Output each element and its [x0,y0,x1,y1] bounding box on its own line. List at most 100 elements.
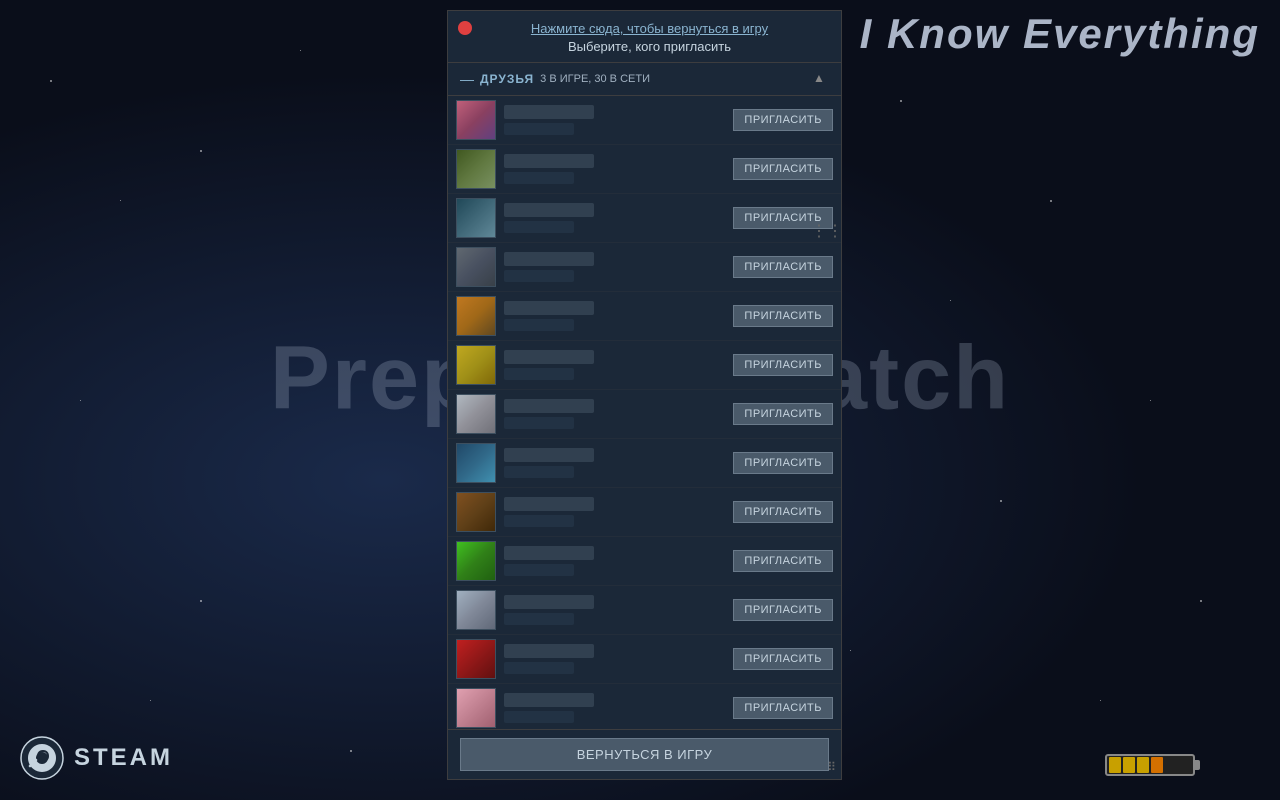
friend-info [504,154,733,184]
list-item: ПРИГЛАСИТЬ [448,684,841,729]
friends-header: — ДРУЗЬЯ 3 В ИГРЕ, 30 В СЕТИ ▲ [448,63,841,96]
click-to-return-link[interactable]: Нажмите сюда, чтобы вернуться в игру [478,21,821,36]
invite-button[interactable]: ПРИГЛАСИТЬ [733,158,833,180]
steam-icon [20,736,64,780]
friend-name [504,448,594,462]
friend-name [504,546,594,560]
friend-name [504,350,594,364]
friend-info [504,497,733,527]
friend-name [504,203,594,217]
friend-game [504,613,574,625]
scroll-up-button[interactable]: ▲ [813,71,829,87]
list-item: ПРИГЛАСИТЬ [448,96,841,145]
avatar [456,639,496,679]
battery-tip [1195,760,1200,770]
friend-info [504,105,733,135]
friend-info [504,595,733,625]
friend-game [504,319,574,331]
resize-handle-right[interactable]: ⋮⋮ [811,221,843,241]
avatar [456,100,496,140]
invite-button[interactable]: ПРИГЛАСИТЬ [733,403,833,425]
list-item: ПРИГЛАСИТЬ [448,194,841,243]
friend-game [504,466,574,478]
friends-list[interactable]: ПРИГЛАСИТЬ ПРИГЛАСИТЬ ПРИГЛАСИТЬ [448,96,841,729]
steam-label: STEAM [74,744,173,772]
battery-seg-4 [1151,757,1163,773]
friend-info [504,203,733,233]
friend-name [504,154,594,168]
battery-seg-1 [1109,757,1121,773]
friend-name [504,595,594,609]
battery-indicator [1105,754,1200,776]
friend-info [504,644,733,674]
list-item: ПРИГЛАСИТЬ [448,439,841,488]
friend-info [504,448,733,478]
steam-logo: STEAM [20,736,173,780]
friend-game [504,368,574,380]
collapse-icon[interactable]: — [460,71,474,87]
close-button[interactable] [458,21,472,35]
list-item: ПРИГЛАСИТЬ [448,390,841,439]
return-to-game-button[interactable]: ВЕРНУТЬСЯ В ИГРУ [460,738,829,771]
avatar [456,492,496,532]
friends-title: ДРУЗЬЯ [480,72,534,86]
friend-game [504,123,574,135]
battery-seg-2 [1123,757,1135,773]
friend-name [504,301,594,315]
invite-button[interactable]: ПРИГЛАСИТЬ [733,452,833,474]
avatar [456,541,496,581]
list-item: ПРИГЛАСИТЬ [448,243,841,292]
friend-info [504,350,733,380]
invite-button[interactable]: ПРИГЛАСИТЬ [733,256,833,278]
list-item: ПРИГЛАСИТЬ [448,488,841,537]
list-item: ПРИГЛАСИТЬ [448,292,841,341]
friends-section: — ДРУЗЬЯ 3 В ИГРЕ, 30 В СЕТИ ▲ ПРИГЛАСИТ… [448,63,841,729]
friend-name [504,693,594,707]
battery-body [1105,754,1195,776]
overlay-header: Нажмите сюда, чтобы вернуться в игру Выб… [448,11,841,63]
friend-info [504,301,733,331]
friend-name [504,105,594,119]
list-item: ПРИГЛАСИТЬ [448,537,841,586]
list-item: ПРИГЛАСИТЬ [448,586,841,635]
battery-seg-3 [1137,757,1149,773]
friend-info [504,399,733,429]
friend-name [504,497,594,511]
avatar [456,345,496,385]
avatar [456,443,496,483]
friend-game [504,270,574,282]
invite-button[interactable]: ПРИГЛАСИТЬ [733,109,833,131]
friend-game [504,221,574,233]
invite-button[interactable]: ПРИГЛАСИТЬ [733,305,833,327]
invite-button[interactable]: ПРИГЛАСИТЬ [733,648,833,670]
invite-button[interactable]: ПРИГЛАСИТЬ [733,354,833,376]
resize-handle-bottom[interactable]: ⠿ [827,760,836,774]
avatar [456,198,496,238]
friends-title-area: — ДРУЗЬЯ 3 В ИГРЕ, 30 В СЕТИ [460,71,650,87]
friends-count: 3 В ИГРЕ, 30 В СЕТИ [540,73,650,85]
list-item: ПРИГЛАСИТЬ [448,635,841,684]
game-title: I Know Everything [840,0,1280,68]
friend-name [504,644,594,658]
invite-button[interactable]: ПРИГЛАСИТЬ [733,697,833,719]
friend-game [504,711,574,723]
battery-seg-5 [1165,757,1177,773]
battery-seg-6 [1179,757,1191,773]
invite-button[interactable]: ПРИГЛАСИТЬ [733,599,833,621]
friend-info [504,693,733,723]
friend-game [504,564,574,576]
steam-overlay-panel: ⋮⋮ ⠿ Нажмите сюда, чтобы вернуться в игр… [447,10,842,780]
list-item: ПРИГЛАСИТЬ [448,341,841,390]
friend-game [504,172,574,184]
select-invite-label: Выберите, кого пригласить [478,39,821,54]
friend-info [504,252,733,282]
avatar [456,590,496,630]
avatar [456,688,496,728]
friend-name [504,252,594,266]
avatar [456,296,496,336]
list-item: ПРИГЛАСИТЬ [448,145,841,194]
invite-button[interactable]: ПРИГЛАСИТЬ [733,550,833,572]
friend-info [504,546,733,576]
avatar [456,247,496,287]
invite-button[interactable]: ПРИГЛАСИТЬ [733,501,833,523]
